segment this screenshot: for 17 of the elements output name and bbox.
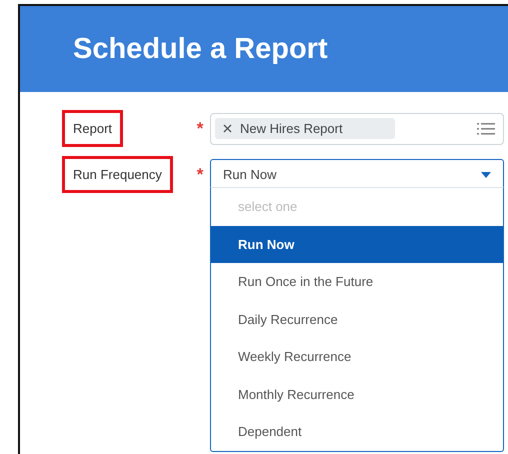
dropdown-option[interactable]: Dependent	[211, 413, 503, 450]
list-icon[interactable]	[477, 122, 495, 134]
required-mark: *	[196, 118, 204, 138]
field-label: Run Frequency	[62, 156, 173, 193]
caret-icon	[481, 172, 491, 178]
remove-icon[interactable]	[223, 124, 232, 133]
token-text: New Hires Report	[240, 121, 343, 136]
field-label: Report	[62, 110, 124, 147]
dropdown-option[interactable]: Weekly Recurrence	[211, 338, 503, 376]
report-field[interactable]: New Hires Report	[210, 112, 504, 144]
page-title: Schedule a Report	[73, 32, 328, 66]
dropdown-option[interactable]: Run Once in the Future	[211, 263, 503, 300]
dropdown-option[interactable]: Run Now	[211, 226, 503, 263]
required-mark: *	[196, 164, 204, 184]
dropdown-option[interactable]: Monthly Recurrence	[211, 376, 503, 413]
dropdown-option[interactable]: Daily Recurrence	[211, 300, 503, 338]
frequency-dropdown[interactable]: Run Now	[210, 159, 504, 190]
